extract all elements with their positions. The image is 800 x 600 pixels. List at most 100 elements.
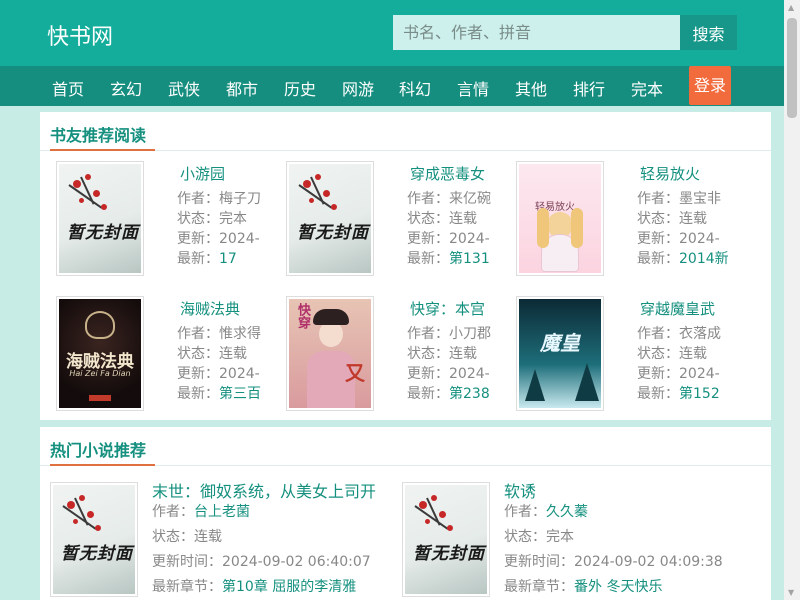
title-underline — [50, 149, 155, 151]
book-latest: 最新章节：第10章 屈服的李清雅 — [152, 579, 357, 595]
nav-item-dushi[interactable]: 都市 — [226, 76, 258, 100]
book-author: 作者：衣落成 — [637, 326, 721, 342]
nav-item-wangyou[interactable]: 网游 — [342, 76, 374, 100]
book-latest: 最新：第三百 — [177, 386, 261, 402]
nav-item-wuxia[interactable]: 武侠 — [168, 76, 200, 100]
hot-panel: 热门小说推荐 暂无封面 末世：御奴系统，从美女上司开 作者：台上老菌 状态：连载… — [40, 427, 771, 600]
publisher-mark — [89, 395, 111, 401]
hair-shape — [537, 208, 549, 248]
nav-item-lishi[interactable]: 历史 — [284, 76, 316, 100]
cover-image: 魔皇 — [519, 299, 601, 408]
hair-shape — [313, 309, 349, 325]
book-title[interactable]: 穿越魔皇武 — [640, 298, 715, 319]
cover-subtitle-text: Hai Zei Fa Dian — [69, 369, 131, 378]
main-nav: 首页 玄幻 武侠 都市 历史 网游 科幻 言情 其他 排行 完本 登录 — [0, 66, 784, 106]
latest-chapter-link[interactable]: 17 — [219, 251, 237, 267]
recommend-panel: 书友推荐阅读 暂无封面 小游园 作者：梅子刀 状态：完本 更新：2024- 最新… — [40, 112, 771, 420]
search-button[interactable]: 搜索 — [680, 15, 737, 50]
no-cover-image: 暂无封面 — [289, 164, 371, 273]
latest-chapter-link[interactable]: 2014新 — [679, 251, 729, 267]
hair-shape — [571, 208, 583, 248]
skull-emblem-shape — [85, 311, 115, 339]
no-cover-text: 暂无封面 — [61, 544, 133, 564]
cover-title-text: 魔皇 — [540, 331, 580, 355]
book-author: 作者：久久蓁 — [504, 504, 588, 520]
book-latest: 最新：17 — [177, 251, 237, 267]
book-cover[interactable]: 暂无封面 — [50, 482, 138, 597]
nav-item-xuanhuan[interactable]: 玄幻 — [110, 76, 142, 100]
nav-item-yanqing[interactable]: 言情 — [457, 76, 489, 100]
book-latest: 最新：第152 — [637, 386, 720, 402]
book-status: 状态：连载 — [152, 529, 222, 545]
site-header: 快书网 搜索 — [0, 0, 800, 66]
search-input[interactable] — [393, 15, 680, 50]
book-title[interactable]: 末世：御奴系统，从美女上司开 — [152, 478, 376, 502]
book-title[interactable]: 软诱 — [504, 478, 536, 502]
book-cover[interactable]: 暂无封面 — [56, 161, 144, 276]
no-cover-text: 暂无封面 — [413, 544, 485, 564]
recommend-title: 书友推荐阅读 — [50, 126, 147, 145]
no-cover-image: 暂无封面 — [405, 485, 487, 594]
book-status: 状态：连载 — [407, 211, 477, 227]
scroll-down-icon[interactable]: ▼ — [788, 588, 794, 597]
latest-chapter-link[interactable]: 第10章 屈服的李清雅 — [222, 579, 356, 595]
nav-item-kehuan[interactable]: 科幻 — [399, 76, 431, 100]
nav-item-qita[interactable]: 其他 — [515, 76, 547, 100]
latest-chapter-link[interactable]: 第131 — [449, 251, 490, 267]
book-title[interactable]: 轻易放火 — [640, 163, 700, 184]
book-cover[interactable]: 暂无封面 — [402, 482, 490, 597]
book-cover[interactable]: 海贼法典 Hai Zei Fa Dian — [56, 296, 144, 411]
no-cover-image: 暂无封面 — [59, 164, 141, 273]
latest-chapter-link[interactable]: 第238 — [449, 386, 490, 402]
scroll-thumb[interactable] — [787, 18, 797, 118]
tree-shape — [575, 363, 599, 401]
nav-item-home[interactable]: 首页 — [52, 76, 84, 100]
title-underline — [50, 464, 155, 466]
scroll-up-icon[interactable]: ▲ — [788, 3, 794, 12]
book-status: 状态：完本 — [504, 529, 574, 545]
page-scrollbar[interactable]: ▲ ▼ — [784, 0, 800, 600]
cover-glyph: 又 — [345, 361, 365, 385]
hot-title: 热门小说推荐 — [50, 441, 147, 460]
book-cover[interactable]: 魔皇 — [516, 296, 604, 411]
book-cover[interactable]: 暂无封面 — [286, 161, 374, 276]
book-status: 状态：完本 — [177, 211, 247, 227]
book-title[interactable]: 穿成恶毒女 — [410, 163, 485, 184]
book-update: 更新：2024- — [177, 366, 260, 382]
book-latest: 最新章节：番外 冬天快乐 — [504, 579, 663, 595]
book-title[interactable]: 快穿：本宫 — [410, 298, 485, 319]
book-status: 状态：连载 — [407, 346, 477, 362]
book-author: 作者：小刀郡 — [407, 326, 491, 342]
author-link[interactable]: 台上老菌 — [194, 504, 250, 520]
login-button[interactable]: 登录 — [689, 66, 731, 105]
book-update: 更新：2024- — [407, 231, 490, 247]
book-update: 更新时间：2024-09-02 04:09:38 — [504, 554, 723, 570]
latest-chapter-link[interactable]: 第三百 — [219, 386, 261, 402]
book-update: 更新：2024- — [177, 231, 260, 247]
book-author: 作者：梅子刀 — [177, 191, 261, 207]
book-author: 作者：惟求得 — [177, 326, 261, 342]
author-link[interactable]: 久久蓁 — [546, 504, 588, 520]
book-author: 作者：来亿碗 — [407, 191, 491, 207]
nav-item-wanben[interactable]: 完本 — [631, 76, 663, 100]
latest-chapter-link[interactable]: 第152 — [679, 386, 720, 402]
cover-image: 快穿 又 — [289, 299, 371, 408]
book-latest: 最新：第131 — [407, 251, 490, 267]
book-update: 更新：2024- — [637, 231, 720, 247]
book-status: 状态：连载 — [637, 211, 707, 227]
nav-item-paihang[interactable]: 排行 — [573, 76, 605, 100]
book-cover[interactable]: 快穿 又 — [286, 296, 374, 411]
book-update: 更新时间：2024-09-02 06:40:07 — [152, 554, 371, 570]
book-title[interactable]: 海贼法典 — [180, 298, 240, 319]
book-cover[interactable]: 轻易放火 — [516, 161, 604, 276]
site-logo[interactable]: 快书网 — [47, 19, 113, 51]
cover-title-text: 快穿 — [295, 303, 310, 329]
book-update: 更新：2024- — [637, 366, 720, 382]
book-title[interactable]: 小游园 — [180, 163, 225, 184]
book-status: 状态：连载 — [637, 346, 707, 362]
cover-image: 海贼法典 Hai Zei Fa Dian — [59, 299, 141, 408]
book-author: 作者：墨宝非 — [637, 191, 721, 207]
latest-chapter-link[interactable]: 番外 冬天快乐 — [574, 579, 662, 595]
book-author: 作者：台上老菌 — [152, 504, 250, 520]
no-cover-text: 暂无封面 — [297, 223, 369, 243]
